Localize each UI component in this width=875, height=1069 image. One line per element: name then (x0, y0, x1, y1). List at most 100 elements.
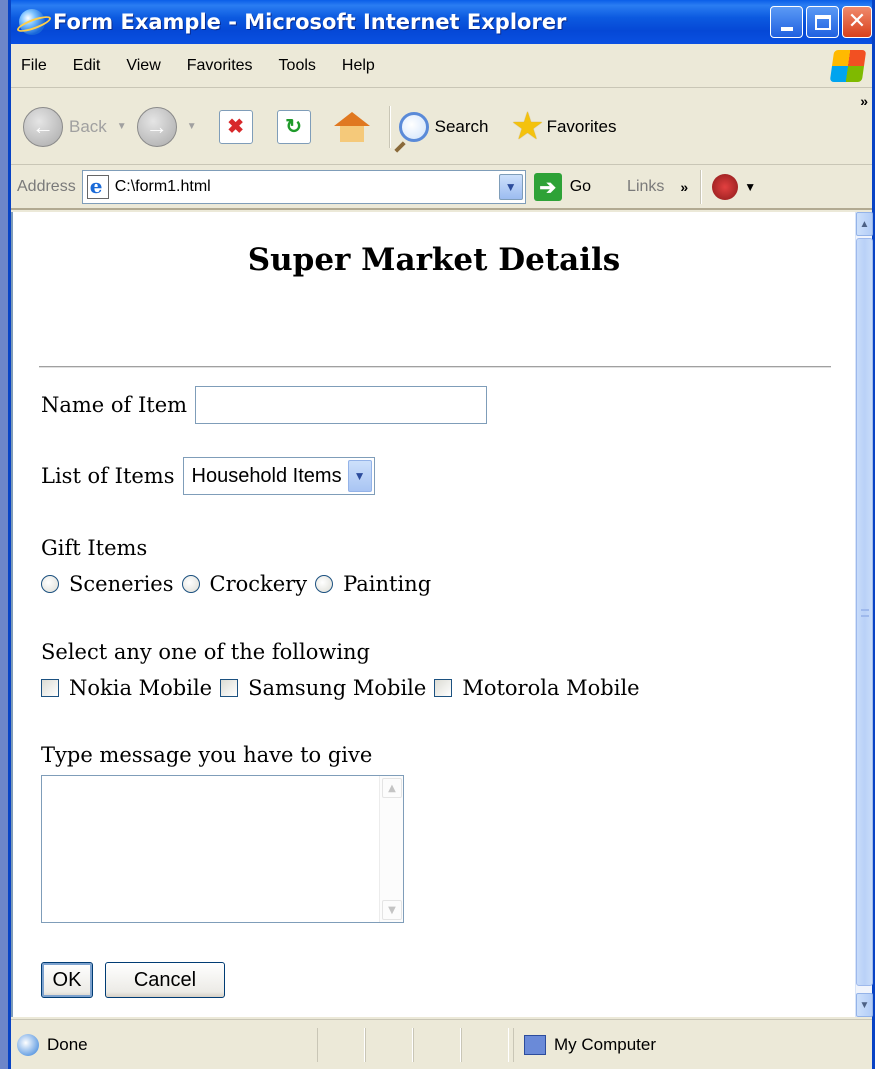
status-cell (461, 1027, 509, 1062)
address-url[interactable]: C:\form1.html (115, 178, 211, 196)
checkbox-samsung[interactable] (220, 679, 239, 697)
standard-toolbar: ← Back ▼ → ▼ ✖ ↻ Search ★ Favorites » (11, 89, 872, 165)
toolbar-separator (388, 105, 391, 148)
radio-painting[interactable] (315, 575, 334, 593)
address-dropdown-icon[interactable]: ▼ (498, 174, 523, 200)
address-separator (700, 170, 703, 204)
menu-tools[interactable]: Tools (266, 57, 329, 75)
home-shape (333, 111, 370, 142)
window-controls: ✕ (770, 6, 872, 38)
links-label[interactable]: Links (627, 178, 664, 196)
search-label: Search (434, 116, 489, 136)
status-cell (365, 1027, 413, 1062)
checkbox-label-samsung: Samsung Mobile (248, 676, 427, 700)
minimize-button[interactable] (770, 6, 803, 38)
gift-options-row: Sceneries Crockery Painting (33, 572, 431, 596)
toolbar-overflow-chevron[interactable]: » (860, 93, 868, 109)
favorites-star-icon: ★ (510, 105, 545, 148)
close-icon: ✕ (847, 9, 867, 34)
home-body (339, 125, 364, 142)
forward-button[interactable]: → ▼ (136, 106, 207, 147)
refresh-icon[interactable]: ↻ (276, 109, 311, 144)
radio-label-sceneries: Sceneries (69, 572, 174, 596)
home-icon[interactable] (333, 110, 370, 144)
minimize-icon (780, 27, 793, 31)
internet-explorer-icon[interactable] (19, 9, 45, 35)
favorites-label: Favorites (546, 116, 617, 136)
maximize-icon (814, 14, 831, 30)
my-computer-icon (524, 1034, 546, 1055)
status-bar: Done My Computer (11, 1019, 872, 1069)
menu-view[interactable]: View (113, 57, 173, 75)
message-label: Type message you have to give (41, 743, 373, 767)
list-of-items-label: List of Items (41, 464, 175, 488)
menu-bar: File Edit View Favorites Tools Help (11, 44, 872, 88)
page-icon (86, 174, 109, 199)
select-label-row: Select any one of the following (41, 640, 370, 664)
scroll-down-icon[interactable]: ▼ (856, 993, 873, 1017)
checkbox-nokia[interactable] (41, 679, 59, 697)
address-field[interactable]: C:\form1.html ▼ (81, 170, 526, 204)
address-bar: Address C:\form1.html ▼ ➔ Go Links » ▼ (11, 166, 872, 210)
scroll-thumb[interactable] (856, 238, 873, 986)
name-of-item-label: Name of Item (41, 393, 188, 417)
links-chevron-icon[interactable]: » (680, 179, 688, 195)
menu-favorites[interactable]: Favorites (174, 57, 266, 75)
windows-logo-icon (829, 50, 867, 82)
page-heading: Super Market Details (247, 242, 621, 278)
ok-button[interactable]: OK (41, 962, 93, 998)
window-title: Form Example - Microsoft Internet Explor… (53, 10, 567, 34)
back-arrow-icon: ← (23, 106, 63, 147)
name-row: Name of Item (41, 386, 488, 424)
textarea-scroll-up-icon[interactable]: ▲ (382, 778, 402, 798)
status-text: Done (47, 1034, 88, 1054)
go-arrow-icon[interactable]: ➔ (533, 173, 562, 201)
checkbox-motorola[interactable] (434, 679, 453, 697)
textarea-scrollbar[interactable]: ▲ ▼ (379, 776, 403, 922)
ie-window: Form Example - Microsoft Internet Explor… (8, 0, 875, 1069)
back-button[interactable]: ← Back ▼ (23, 106, 137, 147)
radio-label-painting: Painting (343, 572, 432, 596)
go-button[interactable]: Go (570, 178, 591, 196)
menu-file[interactable]: File (11, 57, 60, 75)
search-icon (398, 111, 429, 142)
close-button[interactable]: ✕ (842, 6, 872, 38)
zone-label: My Computer (554, 1034, 657, 1054)
stop-icon[interactable]: ✖ (218, 109, 253, 144)
gift-label-row: Gift Items (41, 536, 147, 560)
cancel-button[interactable]: Cancel (105, 962, 225, 998)
plugin-dropdown-icon[interactable]: ▼ (744, 180, 756, 194)
search-button[interactable]: Search (398, 111, 489, 142)
radio-sceneries[interactable] (41, 575, 59, 593)
forward-dropdown-icon[interactable]: ▼ (187, 121, 197, 132)
page-scrollbar[interactable]: ▲ ▼ (855, 212, 873, 1017)
menu-edit[interactable]: Edit (60, 57, 114, 75)
gift-items-label: Gift Items (41, 536, 148, 560)
scroll-up-icon[interactable]: ▲ (856, 212, 873, 236)
list-of-items-select[interactable]: Household Items ▼ (182, 457, 375, 495)
back-dropdown-icon[interactable]: ▼ (117, 121, 127, 132)
textarea-scroll-down-icon[interactable]: ▼ (382, 900, 402, 920)
security-zone[interactable]: My Computer (513, 1027, 773, 1062)
name-of-item-input[interactable] (195, 386, 488, 424)
checkbox-label-nokia: Nokia Mobile (69, 676, 213, 700)
maximize-button[interactable] (806, 6, 839, 38)
message-label-row: Type message you have to give (41, 743, 372, 767)
select-any-label: Select any one of the following (41, 640, 370, 664)
select-dropdown-icon[interactable]: ▼ (347, 460, 372, 492)
radio-crockery[interactable] (181, 575, 200, 593)
horizontal-rule (39, 366, 831, 368)
message-textarea[interactable]: ▲ ▼ (41, 775, 404, 923)
menu-help[interactable]: Help (329, 57, 388, 75)
title-bar[interactable]: Form Example - Microsoft Internet Explor… (11, 0, 872, 44)
favorites-button[interactable]: ★ Favorites (488, 108, 616, 146)
page-done-icon (17, 1033, 39, 1056)
check-options-row: Nokia Mobile Samsung Mobile Motorola Mob… (33, 676, 640, 700)
radio-label-crockery: Crockery (209, 572, 308, 596)
back-label: Back (69, 116, 107, 136)
status-cell (317, 1027, 365, 1062)
address-label: Address (17, 178, 76, 195)
status-cell (413, 1027, 461, 1062)
plugin-icon[interactable] (712, 174, 739, 200)
forward-arrow-icon: → (136, 106, 177, 147)
